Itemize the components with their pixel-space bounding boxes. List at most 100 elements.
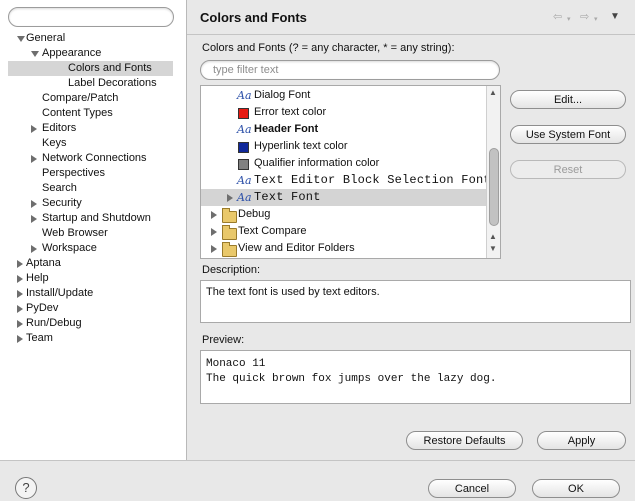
collapsed-triangle-icon[interactable] xyxy=(17,320,23,328)
font-icon: Aa xyxy=(237,123,252,136)
forward-arrow-icon[interactable]: ⇨ xyxy=(580,11,589,23)
tree-item-label: Editors xyxy=(42,122,77,134)
forward-dropdown-icon[interactable]: ▾ xyxy=(594,14,598,26)
colors-fonts-row[interactable]: View and Editor Folders xyxy=(201,240,487,257)
colors-fonts-row-label: Text Editor Block Selection Font xyxy=(254,173,491,187)
colors-fonts-row[interactable]: Aa Header Font xyxy=(201,121,487,138)
collapsed-triangle-icon[interactable] xyxy=(17,335,23,343)
tree-item[interactable]: Workspace xyxy=(0,241,186,256)
collapsed-triangle-icon[interactable] xyxy=(17,305,23,313)
tree-item-label: Help xyxy=(26,272,49,284)
collapsed-triangle-icon[interactable] xyxy=(17,260,23,268)
colors-fonts-row[interactable]: Error text color xyxy=(201,104,487,121)
scroll-up-icon[interactable]: ▲ xyxy=(489,232,497,242)
font-icon: Aa xyxy=(237,191,252,204)
colors-fonts-row[interactable]: Qualifier information color xyxy=(201,155,487,172)
collapsed-triangle-icon[interactable] xyxy=(17,275,23,283)
tree-item-label: Web Browser xyxy=(42,227,108,239)
tree-item[interactable]: Editors xyxy=(0,121,186,136)
tree-item-label: Install/Update xyxy=(26,287,94,299)
tree-item-label: Compare/Patch xyxy=(42,92,119,104)
preview-font-name: Monaco 11 xyxy=(206,358,266,370)
tree-item-label: Content Types xyxy=(42,107,113,119)
tree-item[interactable]: Web Browser xyxy=(0,226,186,241)
tree-item-label: Workspace xyxy=(42,242,97,254)
tree-item[interactable]: Perspectives xyxy=(0,166,186,181)
tree-item[interactable]: Content Types xyxy=(0,106,186,121)
colors-fonts-row-label: Hyperlink text color xyxy=(254,140,348,152)
folder-icon xyxy=(222,242,237,257)
back-arrow-icon[interactable]: ⇦ xyxy=(553,11,562,23)
filter-input[interactable] xyxy=(211,63,495,77)
preferences-tree-pane: General Appearance Colors and Fonts Label D… xyxy=(0,0,187,460)
colors-fonts-row[interactable]: Text Compare xyxy=(201,223,487,240)
menu-dropdown-icon[interactable]: ▼ xyxy=(610,11,620,23)
reset-button[interactable]: Reset xyxy=(510,160,626,179)
vertical-scrollbar[interactable]: ▲ ▲ ▼ xyxy=(486,86,500,258)
expanded-triangle-icon[interactable] xyxy=(17,36,25,42)
colors-fonts-row-label: Dialog Font xyxy=(254,89,311,101)
collapsed-triangle-icon[interactable] xyxy=(211,228,217,236)
collapsed-triangle-icon[interactable] xyxy=(17,290,23,298)
restore-defaults-button[interactable]: Restore Defaults xyxy=(406,431,523,450)
cancel-button[interactable]: Cancel xyxy=(428,479,516,498)
colors-fonts-row-label: Error text color xyxy=(254,106,327,118)
tree-item[interactable]: Run/Debug xyxy=(0,316,186,331)
color-swatch-icon xyxy=(238,159,249,170)
expanded-triangle-icon[interactable] xyxy=(31,51,39,57)
tree-item[interactable]: Network Connections xyxy=(0,151,186,166)
scroll-down-icon[interactable]: ▼ xyxy=(489,244,497,254)
tree-item[interactable]: Security xyxy=(0,196,186,211)
tree-item[interactable]: Keys xyxy=(0,136,186,151)
tree-item[interactable]: Label Decorations xyxy=(0,76,186,91)
collapsed-triangle-icon[interactable] xyxy=(31,125,37,133)
tree-item[interactable]: Help xyxy=(0,271,186,286)
tree-item[interactable]: Team xyxy=(0,331,186,346)
apply-button[interactable]: Apply xyxy=(537,431,626,450)
tree-item-label: Perspectives xyxy=(42,167,105,179)
colors-fonts-tree[interactable]: Aa Dialog Font Error text color Aa Header Fo… xyxy=(200,85,501,259)
tree-item[interactable]: Appearance xyxy=(0,46,186,61)
collapsed-triangle-icon[interactable] xyxy=(31,200,37,208)
page-title: Colors and Fonts xyxy=(200,10,307,25)
ok-button[interactable]: OK xyxy=(532,479,620,498)
colors-fonts-row[interactable]: Aa Text Editor Block Selection Font xyxy=(201,172,491,189)
colors-fonts-row[interactable]: Hyperlink text color xyxy=(201,138,487,155)
collapsed-triangle-icon[interactable] xyxy=(211,211,217,219)
tree-item-label: Keys xyxy=(42,137,67,149)
scroll-up-top-icon[interactable]: ▲ xyxy=(489,88,497,98)
collapsed-triangle-icon[interactable] xyxy=(211,245,217,253)
colors-fonts-filter[interactable] xyxy=(200,60,500,80)
tree-item[interactable]: Search xyxy=(0,181,186,196)
collapsed-triangle-icon[interactable] xyxy=(31,215,37,223)
tree-item[interactable]: Startup and Shutdown xyxy=(0,211,186,226)
folder-icon xyxy=(222,208,237,223)
use-system-font-button[interactable]: Use System Font xyxy=(510,125,626,144)
tree-item-label: Team xyxy=(26,332,53,344)
colors-fonts-row-label: Header Font xyxy=(254,123,319,135)
font-icon: Aa xyxy=(237,89,252,102)
tree-item-label: Search xyxy=(42,182,77,194)
colors-fonts-row[interactable]: Aa Text Font xyxy=(201,189,487,206)
colors-fonts-row[interactable]: Debug xyxy=(201,206,487,223)
edit-button[interactable]: Edit... xyxy=(510,90,626,109)
tree-item[interactable]: Install/Update xyxy=(0,286,186,301)
tree-item[interactable]: General xyxy=(0,31,186,46)
scrollbar-thumb[interactable] xyxy=(489,148,499,226)
preview-box: Monaco 11 The quick brown fox jumps over… xyxy=(200,350,631,404)
back-dropdown-icon[interactable]: ▾ xyxy=(567,14,571,26)
colors-fonts-label: Colors and Fonts (? = any character, * =… xyxy=(202,42,455,54)
preview-sample-text: The quick brown fox jumps over the lazy … xyxy=(206,373,497,385)
tree-item-label: General xyxy=(26,32,66,44)
collapsed-triangle-icon[interactable] xyxy=(31,155,37,163)
colors-fonts-row[interactable]: Aa Dialog Font xyxy=(201,87,487,104)
tree-item[interactable]: PyDev xyxy=(0,301,186,316)
help-icon[interactable]: ? xyxy=(15,477,37,499)
collapsed-triangle-icon[interactable] xyxy=(31,245,37,253)
collapsed-triangle-icon[interactable] xyxy=(227,194,233,202)
tree-item[interactable]: Compare/Patch xyxy=(0,91,186,106)
tree-item-label: Aptana xyxy=(26,257,61,269)
tree-filter-input[interactable] xyxy=(8,7,174,27)
tree-item[interactable]: Colors and Fonts xyxy=(8,61,173,76)
tree-item[interactable]: Aptana xyxy=(0,256,186,271)
